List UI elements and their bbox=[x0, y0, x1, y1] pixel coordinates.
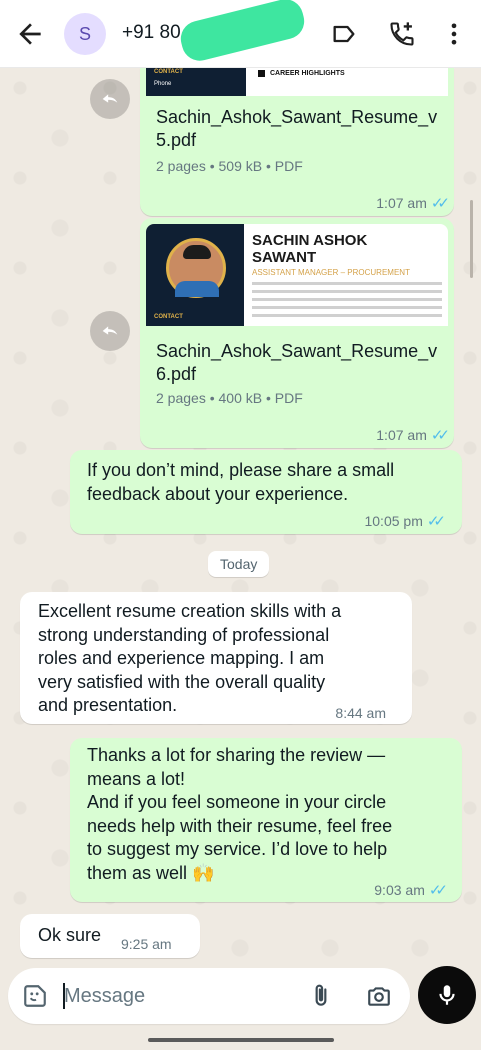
message-meta: 1:07 am ✓✓ bbox=[376, 194, 450, 212]
mic-icon bbox=[439, 985, 455, 1005]
text-cursor bbox=[63, 983, 65, 1009]
read-ticks-icon: ✓✓ bbox=[426, 513, 446, 530]
preview-text: CAREER HIGHLIGHTS bbox=[270, 70, 345, 77]
message-text: If you don’t mind, please share a small … bbox=[87, 460, 395, 504]
incoming-message[interactable]: Ok sure 9:25 am bbox=[20, 914, 200, 958]
contact-name[interactable]: +91 80 bbox=[122, 22, 181, 44]
chat-header: S +91 80 bbox=[0, 0, 481, 68]
mic-button[interactable] bbox=[418, 966, 476, 1024]
message-text: Excellent resume creation skills with a … bbox=[38, 601, 342, 715]
sticker-icon[interactable] bbox=[22, 983, 48, 1009]
forward-icon bbox=[102, 326, 118, 335]
file-info: 2 pages • 400 kB • PDF bbox=[156, 390, 303, 406]
message-text: Ok sure bbox=[38, 925, 102, 945]
message-text: Thanks a lot for sharing the review — me… bbox=[87, 745, 393, 883]
forward-button[interactable] bbox=[90, 79, 130, 119]
forward-icon bbox=[102, 94, 118, 103]
incoming-message[interactable]: Excellent resume creation skills with a … bbox=[20, 592, 412, 724]
document-message[interactable]: CONTACT Phone CAREER HIGHLIGHTS Sachin_A… bbox=[140, 68, 454, 216]
avatar[interactable]: S bbox=[64, 13, 106, 55]
message-time: 8:44 am bbox=[335, 705, 386, 721]
camera-icon[interactable] bbox=[366, 983, 392, 1009]
gesture-nav-bar[interactable] bbox=[148, 1038, 334, 1042]
document-preview: CONTACT SACHIN ASHOK SAWANT ASSISTANT MA… bbox=[146, 224, 448, 326]
profile-photo bbox=[166, 238, 226, 298]
read-ticks-icon: ✓✓ bbox=[428, 882, 448, 899]
preview-text: CONTACT bbox=[154, 69, 183, 75]
date-divider: Today bbox=[208, 551, 270, 577]
read-ticks-icon: ✓✓ bbox=[430, 427, 450, 444]
redaction-mark bbox=[177, 0, 308, 65]
read-ticks-icon: ✓✓ bbox=[430, 195, 450, 212]
label-icon[interactable] bbox=[330, 20, 358, 48]
preview-title: SACHIN ASHOK SAWANT bbox=[252, 232, 368, 266]
back-arrow-icon[interactable] bbox=[14, 18, 46, 50]
file-name: Sachin_Ashok_Sawant_Resume_v 6.pdf bbox=[156, 341, 438, 384]
message-time: 1:07 am bbox=[376, 195, 427, 211]
message-input[interactable] bbox=[64, 982, 284, 1010]
message-time: 1:07 am bbox=[376, 427, 427, 443]
more-vert-icon[interactable] bbox=[440, 20, 468, 48]
file-name: Sachin_Ashok_Sawant_Resume_v 5.pdf bbox=[156, 107, 438, 150]
message-composer bbox=[8, 968, 410, 1024]
document-preview: CONTACT Phone CAREER HIGHLIGHTS bbox=[146, 68, 448, 96]
preview-role: ASSISTANT MANAGER – PROCUREMENT bbox=[252, 268, 410, 277]
forward-button[interactable] bbox=[90, 311, 130, 351]
message-time: 9:25 am bbox=[121, 936, 172, 952]
message-time: 9:03 am bbox=[374, 882, 425, 898]
message-meta: 10:05 pm ✓✓ bbox=[364, 512, 446, 530]
file-info: 2 pages • 509 kB • PDF bbox=[156, 158, 303, 174]
preview-text: CONTACT bbox=[154, 314, 183, 320]
scrollbar[interactable] bbox=[470, 200, 473, 278]
message-time: 10:05 pm bbox=[364, 513, 423, 529]
outgoing-message[interactable]: Thanks a lot for sharing the review — me… bbox=[70, 738, 462, 902]
outgoing-message[interactable]: If you don’t mind, please share a small … bbox=[70, 450, 462, 534]
preview-text: Phone bbox=[154, 81, 172, 87]
document-message[interactable]: CONTACT SACHIN ASHOK SAWANT ASSISTANT MA… bbox=[140, 218, 454, 448]
message-meta: 1:07 am ✓✓ bbox=[376, 426, 450, 444]
message-meta: 9:03 am ✓✓ bbox=[374, 881, 448, 899]
attach-icon[interactable] bbox=[308, 983, 334, 1009]
call-add-icon[interactable] bbox=[388, 20, 416, 48]
